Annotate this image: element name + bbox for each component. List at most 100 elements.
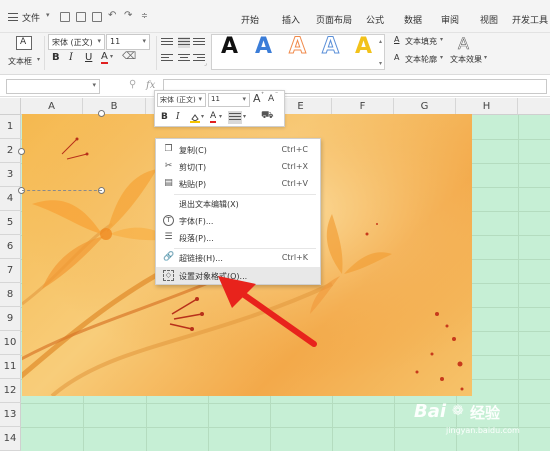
save-icon[interactable] [60, 12, 70, 22]
wordart-style-orange-outline[interactable]: A [288, 34, 306, 60]
print-icon[interactable] [76, 12, 86, 22]
italic-button[interactable]: I [69, 52, 73, 63]
tab-formulas[interactable]: 公式 [366, 13, 384, 26]
column-header[interactable]: G [394, 98, 456, 115]
row-header[interactable]: 12 [0, 379, 21, 403]
textbox-button[interactable]: 文本框 [8, 56, 32, 67]
format-painter-icon[interactable]: ⛟ [261, 110, 274, 123]
menu-item-label: 超链接(H)... [179, 254, 223, 263]
fill-color-icon[interactable] [190, 113, 200, 123]
mini-bold-button[interactable]: B [161, 112, 168, 122]
underline-button[interactable]: U [85, 52, 92, 63]
file-menu[interactable]: 文件 [22, 11, 40, 24]
chevron-down-icon[interactable]: ▾ [37, 56, 40, 63]
resize-handle[interactable] [18, 148, 25, 155]
tab-data[interactable]: 数据 [404, 13, 422, 26]
menu-item-hyperlink[interactable]: 🔗 超链接(H)... Ctrl+K [156, 249, 320, 266]
row-header[interactable]: 6 [0, 235, 21, 259]
align-bottom-icon[interactable] [193, 37, 205, 48]
align-left-icon[interactable] [161, 53, 173, 64]
select-all-corner[interactable] [0, 98, 21, 115]
text-effect-icon[interactable]: A [458, 34, 470, 54]
grow-font-button[interactable]: A [253, 92, 261, 105]
wordart-style-black[interactable]: A [221, 34, 238, 59]
align-middle-icon[interactable] [178, 37, 190, 48]
expand-icon[interactable]: ⌟ [204, 60, 207, 67]
wordart-style-yellow[interactable]: A [355, 34, 372, 59]
mini-font-name-select[interactable]: 宋体 (正文) ▾ [157, 93, 206, 107]
menu-item-shortcut: Ctrl+K [281, 253, 308, 262]
chevron-down-icon[interactable]: ▾ [484, 54, 487, 61]
menu-item-label: 粘贴(P) [179, 180, 207, 189]
gallery-up-icon[interactable]: ▴ [379, 38, 382, 45]
textbox-icon[interactable] [16, 36, 32, 50]
column-header[interactable]: A [21, 98, 83, 115]
wordart-style-blue[interactable]: A [255, 34, 272, 59]
column-header[interactable]: H [456, 98, 518, 115]
tab-home[interactable]: 开始 [241, 13, 259, 26]
resize-handle[interactable] [98, 110, 105, 117]
chevron-down-icon[interactable]: ▾ [440, 54, 443, 61]
eraser-icon[interactable]: ⌫ [122, 51, 136, 62]
column-header[interactable]: B [83, 98, 146, 115]
row-header[interactable]: 5 [0, 211, 21, 235]
menu-item-font[interactable]: T 字体(F)... [156, 212, 320, 229]
text-effect-button[interactable]: 文本效果 [450, 54, 482, 65]
align-center-icon[interactable] [178, 53, 190, 64]
text-outline-icon[interactable]: A [394, 53, 399, 62]
row-header[interactable]: 14 [0, 427, 21, 451]
chevron-down-icon[interactable]: ▾ [201, 113, 204, 120]
scissors-icon: ✂ [164, 161, 173, 171]
row-header[interactable]: 11 [0, 355, 21, 379]
font-color-button[interactable]: A [101, 52, 108, 64]
chevron-down-icon: ▾ [97, 37, 101, 45]
tab-view[interactable]: 视图 [480, 13, 498, 26]
chevron-down-icon[interactable]: ▾ [46, 11, 50, 19]
row-header[interactable]: 7 [0, 259, 21, 283]
bold-button[interactable]: B [52, 52, 60, 63]
mini-italic-button[interactable]: I [176, 112, 180, 122]
font-size-select[interactable]: 11 ▾ [106, 34, 150, 50]
menu-item-paragraph[interactable]: ☰ 段落(P)... [156, 229, 320, 246]
menu-item-paste[interactable]: ▤ 粘贴(P) Ctrl+V [156, 175, 320, 192]
print-preview-icon[interactable] [92, 12, 102, 22]
mini-align-icon[interactable] [228, 111, 242, 124]
tab-developer[interactable]: 开发工具 [512, 13, 548, 26]
zoom-icon[interactable]: ⚲ [129, 79, 136, 90]
text-fill-button[interactable]: 文本填充 [405, 36, 437, 47]
row-header[interactable]: 8 [0, 283, 21, 307]
name-box[interactable]: ▾ [6, 79, 100, 94]
chevron-down-icon[interactable]: ▾ [110, 53, 113, 60]
chevron-down-icon[interactable]: ▾ [219, 113, 222, 120]
text-fill-icon[interactable]: A [394, 35, 399, 44]
chevron-down-icon[interactable]: ▾ [440, 36, 443, 43]
align-top-icon[interactable] [161, 37, 173, 48]
font-name-select[interactable]: 宋体 (正文) ▾ [48, 34, 105, 50]
tab-review[interactable]: 审阅 [441, 13, 459, 26]
column-header[interactable] [518, 98, 550, 115]
column-header[interactable]: F [332, 98, 394, 115]
paragraph-icon: ☰ [164, 232, 173, 242]
menu-item-copy[interactable]: ❐ 复制(C) Ctrl+C [156, 141, 320, 158]
undo-icon[interactable]: ↶ [108, 10, 116, 21]
row-header[interactable]: 3 [0, 163, 21, 187]
chevron-down-icon[interactable]: ▾ [243, 113, 246, 120]
menu-item-cut[interactable]: ✂ 剪切(T) Ctrl+X [156, 158, 320, 175]
mini-font-color-button[interactable]: A [210, 112, 217, 123]
row-header[interactable]: 13 [0, 403, 21, 427]
wordart-style-blue-outline[interactable]: A [321, 34, 339, 60]
redo-icon[interactable]: ↷ [124, 10, 132, 21]
shrink-font-button[interactable]: A [268, 94, 274, 104]
tab-insert[interactable]: 插入 [282, 13, 300, 26]
row-header[interactable]: 10 [0, 331, 21, 355]
row-header[interactable]: 9 [0, 307, 21, 331]
text-outline-button[interactable]: 文本轮廓 [405, 54, 437, 65]
chevron-down-icon: ▾ [92, 81, 96, 89]
customize-icon[interactable]: ≑ [141, 11, 148, 20]
tab-page-layout[interactable]: 页面布局 [316, 13, 352, 26]
main-menu-icon[interactable] [8, 13, 18, 21]
gallery-more-icon[interactable]: ▾ [379, 60, 382, 67]
mini-font-size-select[interactable]: 11 ▾ [208, 93, 250, 107]
row-header[interactable]: 1 [0, 115, 21, 139]
menu-item-exit-text-edit[interactable]: 退出文本编辑(X) [156, 195, 320, 212]
